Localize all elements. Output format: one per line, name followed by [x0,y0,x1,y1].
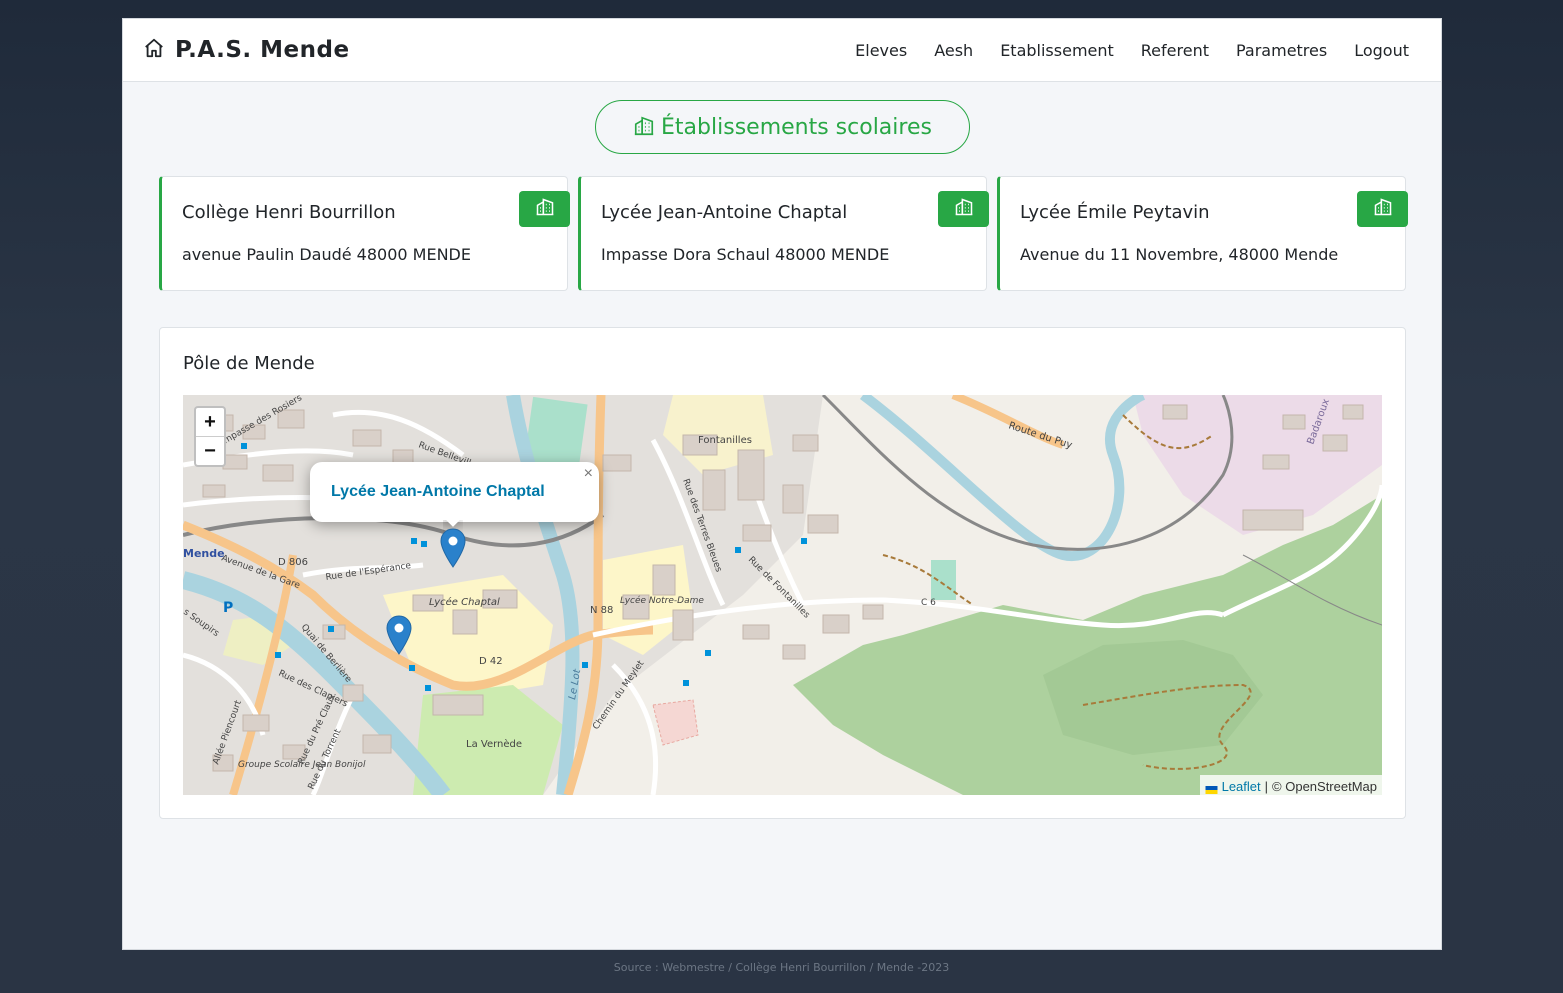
footer: Source : Webmestre / Collège Henri Bourr… [613,961,950,974]
svg-text:D 806: D 806 [278,557,308,568]
zoom-out-button[interactable]: − [196,437,224,465]
school-address: Avenue du 11 Novembre, 48000 Mende [1020,245,1339,264]
map-card: Pôle de Mende Fontanilles Route du Puy B… [159,327,1406,819]
building-icon [1373,197,1393,221]
school-name: Collège Henri Bourrillon [182,202,396,223]
map-marker-icon[interactable] [440,528,466,568]
map-attribution: Leaflet | © OpenStreetMap [1199,775,1382,795]
nav-link-referent[interactable]: Referent [1127,41,1222,60]
building-icon [535,197,555,221]
building-icon [633,111,655,143]
navbar: P.A.S. Mende Eleves Aesh Etablissement R… [123,19,1441,82]
school-name: Lycée Jean-Antoine Chaptal [601,202,848,223]
school-card: Collège Henri Bourrillon avenue Paulin D… [159,176,570,291]
nav-link-parametres[interactable]: Parametres [1222,41,1340,60]
svg-text:D 42: D 42 [479,656,503,667]
svg-text:C 6: C 6 [921,598,936,608]
main-nav: Eleves Aesh Etablissement Referent Param… [842,41,1421,60]
zoom-in-button[interactable]: + [196,408,224,437]
app-window: P.A.S. Mende Eleves Aesh Etablissement R… [122,18,1442,950]
svg-text:La Vernède: La Vernède [466,738,522,750]
popup-close-button[interactable]: × [584,465,593,483]
school-details-button[interactable] [1357,191,1408,227]
svg-text:Fontanilles: Fontanilles [698,435,752,446]
school-card-list: Collège Henri Bourrillon avenue Paulin D… [159,176,1408,291]
svg-text:Mende: Mende [183,547,225,560]
popup-title: Lycée Jean-Antoine Chaptal [331,483,545,500]
page-title-text: Établissements scolaires [661,114,932,140]
map-canvas[interactable]: Fontanilles Route du Puy Badaroux Rue Be… [183,395,1382,795]
ukraine-flag-icon [1205,782,1218,794]
school-card: Lycée Émile Peytavin Avenue du 11 Novemb… [997,176,1408,291]
map-popup: Lycée Jean-Antoine Chaptal × [310,462,599,522]
nav-link-etablissement[interactable]: Etablissement [987,41,1128,60]
svg-text:N 88: N 88 [590,605,613,616]
attribution-separator: | [1264,778,1269,794]
school-address: Impasse Dora Schaul 48000 MENDE [601,245,890,264]
nav-link-logout[interactable]: Logout [1341,41,1421,60]
svg-text:P: P [223,600,233,616]
osm-attribution[interactable]: © OpenStreetMap [1272,779,1377,794]
school-details-button[interactable] [938,191,989,227]
page-title: Établissements scolaires [595,100,970,154]
svg-text:Lycée Notre-Dame: Lycée Notre-Dame [620,595,704,606]
zoom-control: + − [194,406,226,467]
nav-link-eleves[interactable]: Eleves [842,41,921,60]
map-title: Pôle de Mende [183,353,315,374]
map-marker-icon[interactable] [386,615,412,655]
building-icon [954,197,974,221]
brand[interactable]: P.A.S. Mende [143,37,350,63]
map-tiles: Fontanilles Route du Puy Badaroux Rue Be… [183,395,1382,795]
school-address: avenue Paulin Daudé 48000 MENDE [182,245,471,264]
school-name: Lycée Émile Peytavin [1020,202,1210,223]
home-icon [143,37,165,63]
school-details-button[interactable] [519,191,570,227]
brand-name: P.A.S. Mende [175,37,350,63]
leaflet-link[interactable]: Leaflet [1222,779,1261,794]
nav-link-aesh[interactable]: Aesh [921,41,987,60]
school-card: Lycée Jean-Antoine Chaptal Impasse Dora … [578,176,989,291]
svg-text:Lycée Chaptal: Lycée Chaptal [429,596,500,608]
